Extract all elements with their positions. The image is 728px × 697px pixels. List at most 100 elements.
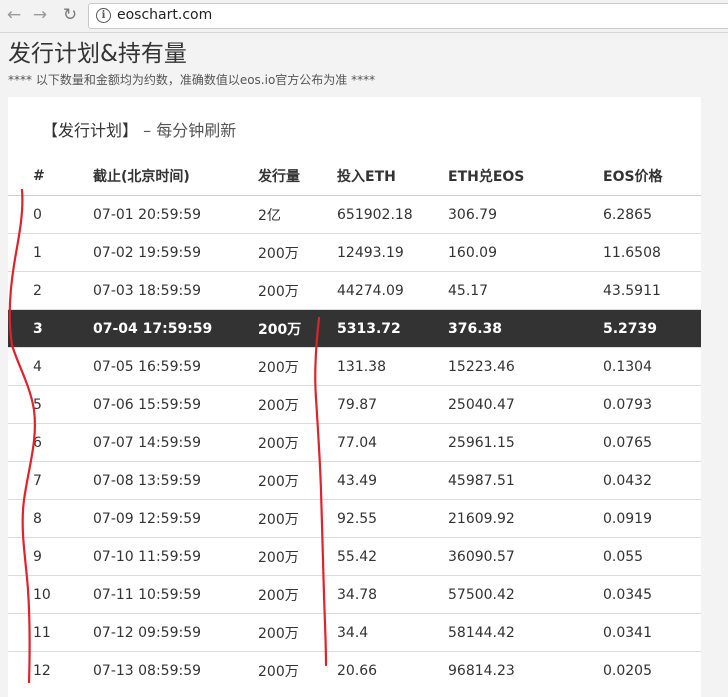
table-body: 0 07-01 20:59:59 2亿 651902.18 306.79 6.2865 1 0… [8,195,701,689]
cell-eth-to-eos: 306.79 [448,195,603,234]
cell-eos-price: 0.0341 [603,613,701,652]
cell-deadline: 07-05 16:59:59 [93,347,258,386]
panel-title: 【发行计划】 – 每分钟刷新 [42,117,236,141]
cell-eos-price: 5.2739 [603,309,701,348]
cell-index: 0 [8,195,93,234]
cell-eth-to-eos: 376.38 [448,309,603,348]
cell-eos-price: 0.055 [603,537,701,576]
browser-toolbar: ← → ↻ i eoschart.com [0,0,728,33]
issuance-panel: 【发行计划】 – 每分钟刷新 # 截止(北京时间) 发行量 投入ETH ETH兑… [8,97,701,697]
cell-deadline: 07-02 19:59:59 [93,233,258,272]
cell-eth-to-eos: 58144.42 [448,613,603,652]
cell-eos-price: 11.6508 [603,233,701,272]
page-title: 发行计划&持有量 [8,41,187,67]
cell-eth-to-eos: 36090.57 [448,537,603,576]
header-eos-price: EOS价格 [603,157,701,196]
page-note: **** 以下数量和金额均为约数，准确数值以eos.io官方公布为准 **** [8,73,376,87]
cell-deadline: 07-11 10:59:59 [93,575,258,614]
cell-index: 11 [8,613,93,652]
table-row: 1 07-02 19:59:59 200万 12493.19 160.09 11.6508 [8,233,701,272]
table-row: 2 07-03 18:59:59 200万 44274.09 45.17 43.5911 [8,271,701,310]
cell-deadline: 07-06 15:59:59 [93,385,258,424]
cell-index: 6 [8,423,93,462]
panel-title-label: 【发行计划】 [42,121,139,140]
cell-eth-in: 131.38 [337,347,448,386]
cell-deadline: 07-10 11:59:59 [93,537,258,576]
cell-eth-in: 44274.09 [337,271,448,310]
address-bar[interactable]: i eoschart.com [88,3,728,29]
url-text[interactable]: eoschart.com [117,7,212,23]
cell-issuance: 200万 [258,309,337,348]
table-row: 6 07-07 14:59:59 200万 77.04 25961.15 0.0765 [8,423,701,462]
cell-eos-price: 0.0345 [603,575,701,614]
cell-issuance: 200万 [258,537,337,576]
cell-eth-to-eos: 45987.51 [448,461,603,500]
cell-eos-price: 0.0919 [603,499,701,538]
cell-issuance: 200万 [258,233,337,272]
cell-eos-price: 0.0793 [603,385,701,424]
reload-icon[interactable]: ↻ [60,5,80,25]
table-row: 8 07-09 12:59:59 200万 92.55 21609.92 0.0919 [8,499,701,538]
header-issuance: 发行量 [258,157,337,196]
site-info-icon[interactable]: i [96,8,111,23]
panel-subtitle: – 每分钟刷新 [138,121,237,140]
cell-eos-price: 0.1304 [603,347,701,386]
cell-index: 2 [8,271,93,310]
cell-eos-price: 0.0765 [603,423,701,462]
cell-deadline: 07-01 20:59:59 [93,195,258,234]
cell-eos-price: 0.0432 [603,461,701,500]
table-row: 3 07-04 17:59:59 200万 5313.72 376.38 5.2739 [8,309,701,348]
issuance-table: # 截止(北京时间) 发行量 投入ETH ETH兑EOS EOS价格 0 07-0… [8,157,701,689]
table-row: 4 07-05 16:59:59 200万 131.38 15223.46 0.1304 [8,347,701,386]
header-eth-to-eos: ETH兑EOS [448,157,603,196]
cell-eth-in: 77.04 [337,423,448,462]
table-row: 11 07-12 09:59:59 200万 34.4 58144.42 0.0341 [8,613,701,652]
cell-deadline: 07-13 08:59:59 [93,651,258,689]
forward-arrow-icon[interactable]: → [30,5,50,25]
cell-issuance: 200万 [258,499,337,538]
cell-eth-in: 20.66 [337,651,448,689]
cell-eth-in: 79.87 [337,385,448,424]
cell-index: 9 [8,537,93,576]
header-eth-in: 投入ETH [337,157,448,196]
cell-eos-price: 0.0205 [603,651,701,689]
cell-index: 1 [8,233,93,272]
table-row: 10 07-11 10:59:59 200万 34.78 57500.42 0.0345 [8,575,701,614]
cell-eth-to-eos: 25040.47 [448,385,603,424]
cell-deadline: 07-03 18:59:59 [93,271,258,310]
cell-index: 7 [8,461,93,500]
cell-index: 3 [8,309,93,348]
cell-eth-in: 43.49 [337,461,448,500]
cell-deadline: 07-12 09:59:59 [93,613,258,652]
cell-eth-in: 34.78 [337,575,448,614]
table-row: 0 07-01 20:59:59 2亿 651902.18 306.79 6.2865 [8,195,701,234]
cell-issuance: 200万 [258,347,337,386]
cell-eth-to-eos: 15223.46 [448,347,603,386]
cell-eth-to-eos: 160.09 [448,233,603,272]
table-header-row: # 截止(北京时间) 发行量 投入ETH ETH兑EOS EOS价格 [8,157,701,196]
cell-eth-to-eos: 57500.42 [448,575,603,614]
cell-eth-to-eos: 21609.92 [448,499,603,538]
cell-deadline: 07-09 12:59:59 [93,499,258,538]
cell-issuance: 200万 [258,613,337,652]
cell-issuance: 200万 [258,423,337,462]
header-index: # [8,157,93,196]
cell-issuance: 200万 [258,385,337,424]
cell-eth-to-eos: 45.17 [448,271,603,310]
cell-eth-in: 92.55 [337,499,448,538]
cell-eth-to-eos: 25961.15 [448,423,603,462]
back-arrow-icon[interactable]: ← [4,5,24,25]
table-row: 5 07-06 15:59:59 200万 79.87 25040.47 0.0793 [8,385,701,424]
cell-eth-in: 55.42 [337,537,448,576]
table-row: 9 07-10 11:59:59 200万 55.42 36090.57 0.055 [8,537,701,576]
cell-eth-in: 651902.18 [337,195,448,234]
table-row: 12 07-13 08:59:59 200万 20.66 96814.23 0.0205 [8,651,701,689]
cell-eth-in: 12493.19 [337,233,448,272]
cell-index: 12 [8,651,93,689]
cell-issuance: 200万 [258,651,337,689]
cell-eos-price: 6.2865 [603,195,701,234]
cell-index: 8 [8,499,93,538]
cell-index: 10 [8,575,93,614]
cell-eth-to-eos: 96814.23 [448,651,603,689]
cell-eth-in: 5313.72 [337,309,448,348]
